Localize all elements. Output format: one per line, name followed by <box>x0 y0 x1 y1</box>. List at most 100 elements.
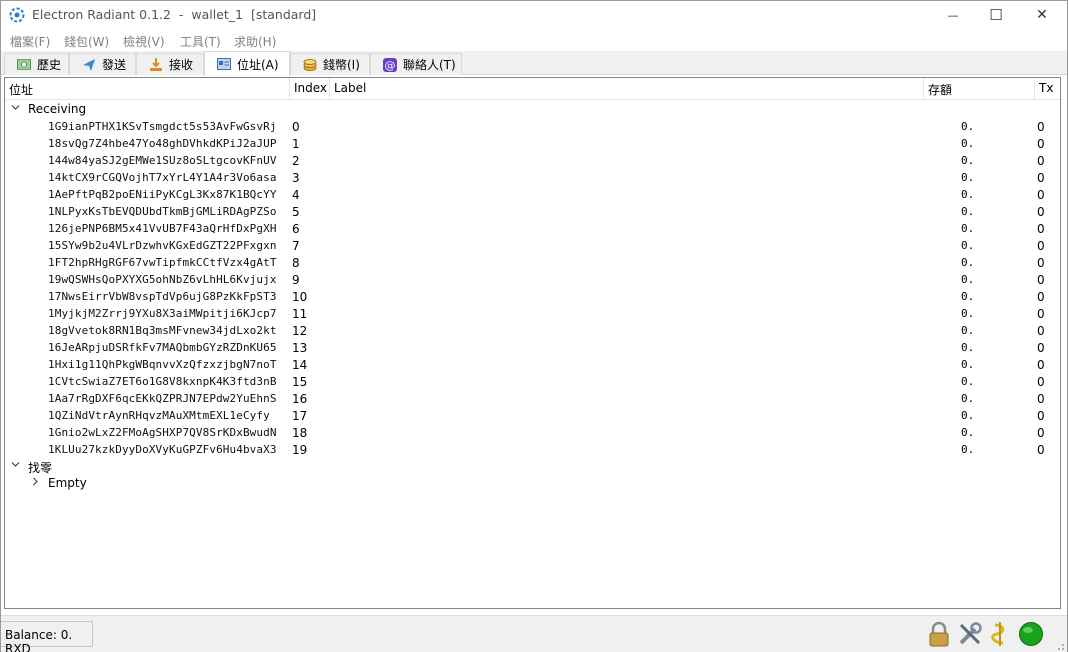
address-index: 13 <box>292 340 308 355</box>
address-tx-count: 0 <box>1037 255 1045 270</box>
address-index: 17 <box>292 408 308 423</box>
address-value: 18svQg7Z4hbe47Yo48ghDVhkdKPiJ2aJUP <box>48 137 277 150</box>
address-row[interactable]: 14ktCX9rCGQVojhT7xYrL4Y1A4r3Vo6asa 3 0. 0 <box>5 169 1060 186</box>
address-row[interactable]: 1QZiNdVtrAynRHqvzMAuXMtmEXL1eCyfy 17 0. 0 <box>5 407 1060 424</box>
address-index: 15 <box>292 374 308 389</box>
address-row[interactable]: 1Aa7rRgDXF6qcEKkQZPRJN7EPdw2YuEhnS 16 0. 0 <box>5 390 1060 407</box>
address-balance: 0. <box>961 239 975 252</box>
tab-contacts[interactable]: @ 聯絡人(T) <box>370 53 462 75</box>
address-row[interactable]: 18gVvetok8RN1Bq3msMFvnew34jdLxo2kt 12 0. 0 <box>5 322 1060 339</box>
address-row[interactable]: 16JeARpjuDSRfkFv7MAQbmbGYzRZDnKU65 13 0. 0 <box>5 339 1060 356</box>
seed-icon[interactable] <box>986 620 1014 648</box>
address-balance: 0. <box>961 341 975 354</box>
column-header-index[interactable]: Index <box>290 78 330 99</box>
address-value: 16JeARpjuDSRfkFv7MAQbmbGYzRZDnKU65 <box>48 341 277 354</box>
lock-icon[interactable] <box>925 620 953 648</box>
address-value: 18gVvetok8RN1Bq3msMFvnew34jdLxo2kt <box>48 324 277 337</box>
menu-wallet[interactable]: 錢包(W) <box>64 33 109 50</box>
network-status-icon[interactable] <box>1017 620 1045 648</box>
address-row[interactable]: 1Hxi1g11QhPkgWBqnvvXzQfzxzjbgN7noT 14 0. 0 <box>5 356 1060 373</box>
address-tx-count: 0 <box>1037 425 1045 440</box>
address-list[interactable]: 位址 Index Label 存額 Tx Receiving 1G9ianPTH… <box>4 77 1061 609</box>
address-value: 1QZiNdVtrAynRHqvzMAuXMtmEXL1eCyfy <box>48 409 270 422</box>
column-header-tx[interactable]: Tx <box>1035 78 1060 99</box>
contacts-icon: @ <box>383 57 397 72</box>
address-balance: 0. <box>961 137 975 150</box>
address-value: 144w84yaSJ2gEMWe1SUz8oSLtgcovKFnUV <box>48 154 277 167</box>
tab-addresses[interactable]: 位址(A) <box>204 51 290 76</box>
address-tx-count: 0 <box>1037 357 1045 372</box>
address-balance: 0. <box>961 273 975 286</box>
tools-icon[interactable] <box>956 620 984 648</box>
address-row[interactable]: 1FT2hpRHgRGF67vwTipfmkCCtfVzx4gAtT 8 0. 0 <box>5 254 1060 271</box>
column-header-address[interactable]: 位址 <box>5 78 290 99</box>
address-row[interactable]: 126jePNP6BM5x41VvUB7F43aQrHfDxPgXH 6 0. 0 <box>5 220 1060 237</box>
menu-file[interactable]: 檔案(F) <box>10 33 50 50</box>
address-row[interactable]: 1CVtcSwiaZ7ET6o1G8V8kxnpK4K3ftd3nB 15 0. 0 <box>5 373 1060 390</box>
address-index: 4 <box>292 187 300 202</box>
tab-receive-label: 接收 <box>169 58 194 72</box>
address-index: 0 <box>292 119 300 134</box>
receive-icon <box>149 57 163 72</box>
collapsed-chevron-icon[interactable] <box>31 477 40 489</box>
menu-tools[interactable]: 工具(T) <box>180 33 221 50</box>
address-index: 12 <box>292 323 308 338</box>
column-header-label[interactable]: Label <box>330 78 924 99</box>
address-tx-count: 0 <box>1037 272 1045 287</box>
address-value: 1FT2hpRHgRGF67vwTipfmkCCtfVzx4gAtT <box>48 256 277 269</box>
address-tx-count: 0 <box>1037 221 1045 236</box>
address-row[interactable]: 1G9ianPTHX1KSvTsmgdct5s53AvFwGsvRj 0 0. 0 <box>5 118 1060 135</box>
address-balance: 0. <box>961 375 975 388</box>
address-row[interactable]: 1KLUu27kzkDyyDoXVyKuGPZFv6Hu4bvaX3 19 0. 0 <box>5 441 1060 458</box>
address-tx-count: 0 <box>1037 340 1045 355</box>
address-tx-count: 0 <box>1037 323 1045 338</box>
tab-send[interactable]: 發送 <box>69 53 136 75</box>
address-index: 8 <box>292 255 300 270</box>
address-balance: 0. <box>961 307 975 320</box>
tab-addresses-label: 位址(A) <box>237 57 279 72</box>
tab-coins[interactable]: 錢幣(I) <box>290 53 370 75</box>
address-value: 126jePNP6BM5x41VvUB7F43aQrHfDxPgXH <box>48 222 277 235</box>
minimize-button[interactable]: — <box>930 1 976 29</box>
tree-group-empty[interactable]: Empty <box>5 475 1060 492</box>
address-row[interactable]: 18svQg7Z4hbe47Yo48ghDVhkdKPiJ2aJUP 1 0. 0 <box>5 135 1060 152</box>
close-button[interactable]: ✕ <box>1019 1 1065 29</box>
tree-group-change[interactable]: 找零 <box>5 458 1060 475</box>
address-balance: 0. <box>961 358 975 371</box>
address-index: 2 <box>292 153 300 168</box>
address-tx-count: 0 <box>1037 119 1045 134</box>
addresses-icon <box>217 57 231 71</box>
column-header-balance[interactable]: 存額 <box>924 78 1035 99</box>
resize-grip-icon[interactable] <box>1055 640 1065 650</box>
expanded-chevron-icon[interactable] <box>11 103 20 115</box>
tab-history[interactable]: 歷史 <box>4 53 69 75</box>
tab-receive[interactable]: 接收 <box>136 53 204 75</box>
address-row[interactable]: 144w84yaSJ2gEMWe1SUz8oSLtgcovKFnUV 2 0. 0 <box>5 152 1060 169</box>
tree-group-empty-label: Empty <box>48 476 87 490</box>
address-index: 10 <box>292 289 308 304</box>
history-icon <box>17 58 31 72</box>
address-value: 15SYw9b2u4VLrDzwhvKGxEdGZT22PFxgxn <box>48 239 277 252</box>
address-value: 19wQSWHsQoPXYXG5ohNbZ6vLhHL6Kvjujx <box>48 273 277 286</box>
address-value: 1MyjkjM2Zrrj9YXu8X3aiMWpitji6KJcp7 <box>48 307 277 320</box>
address-row[interactable]: 19wQSWHsQoPXYXG5ohNbZ6vLhHL6Kvjujx 9 0. 0 <box>5 271 1060 288</box>
title-bar: Electron Radiant 0.1.2 - wallet_1 [stand… <box>1 1 1067 29</box>
address-row[interactable]: 17NwsEirrVbW8vspTdVp6ujG8PzKkFpST3 10 0. 0 <box>5 288 1060 305</box>
tab-send-label: 發送 <box>102 58 127 72</box>
address-index: 7 <box>292 238 300 253</box>
address-value: 1Aa7rRgDXF6qcEKkQZPRJN7EPdw2YuEhnS <box>48 392 277 405</box>
address-row[interactable]: 1NLPyxKsTbEVQDUbdTkmBjGMLiRDAgPZSo 5 0. 0 <box>5 203 1060 220</box>
expanded-chevron-icon[interactable] <box>11 460 20 472</box>
address-balance: 0. <box>961 222 975 235</box>
address-balance: 0. <box>961 188 975 201</box>
address-tx-count: 0 <box>1037 136 1045 151</box>
tree-group-receiving[interactable]: Receiving <box>5 101 1060 118</box>
address-row[interactable]: 15SYw9b2u4VLrDzwhvKGxEdGZT22PFxgxn 7 0. 0 <box>5 237 1060 254</box>
address-row[interactable]: 1AePftPqB2poENiiPyKCgL3Kx87K1BQcYY 4 0. 0 <box>5 186 1060 203</box>
menu-help[interactable]: 求助(H) <box>234 33 276 50</box>
menu-view[interactable]: 檢視(V) <box>123 33 165 50</box>
address-index: 18 <box>292 425 308 440</box>
address-row[interactable]: 1Gnio2wLxZ2FMoAgSHXP7QV8SrKDxBwudN 18 0. 0 <box>5 424 1060 441</box>
address-row[interactable]: 1MyjkjM2Zrrj9YXu8X3aiMWpitji6KJcp7 11 0. 0 <box>5 305 1060 322</box>
maximize-button[interactable]: ☐ <box>973 1 1019 29</box>
